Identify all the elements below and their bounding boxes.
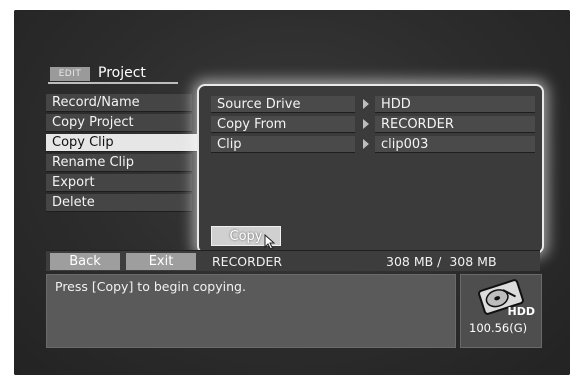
- status-size: 308 MB / 308 MB: [386, 254, 497, 269]
- message-box: Press [Copy] to begin copying.: [46, 274, 456, 348]
- source-drive-value[interactable]: HDD: [375, 96, 535, 113]
- menu-item-copy-clip[interactable]: Copy Clip: [46, 134, 198, 152]
- exit-button[interactable]: Exit: [126, 253, 196, 270]
- copy-clip-panel: Source Drive HDD Copy From RECORDER Clip…: [197, 84, 544, 254]
- edit-mode-badge: EDIT: [50, 67, 90, 81]
- page-title: Project: [98, 65, 146, 81]
- arrow-right-icon: [363, 119, 369, 129]
- source-drive-label: Source Drive: [211, 96, 355, 113]
- hdd-status: HDD 100.56(G): [460, 274, 542, 348]
- mouse-pointer-icon: [264, 234, 276, 250]
- message-text: Press [Copy] to begin copying.: [55, 279, 246, 294]
- menu-item-delete[interactable]: Delete: [46, 194, 192, 212]
- hdd-label: HDD: [507, 305, 535, 318]
- menu-item-export[interactable]: Export: [46, 174, 192, 192]
- device-screen: EDIT Project Record/Name Copy Project Co…: [14, 10, 570, 375]
- arrow-right-icon: [363, 99, 369, 109]
- clip-value[interactable]: clip003: [375, 136, 535, 153]
- arrow-right-icon: [363, 139, 369, 149]
- menu-item-record-name[interactable]: Record/Name: [46, 94, 192, 112]
- status-source: RECORDER: [212, 254, 283, 269]
- back-button[interactable]: Back: [50, 253, 120, 270]
- copy-from-value[interactable]: RECORDER: [375, 116, 535, 133]
- clip-label: Clip: [211, 136, 355, 153]
- menu-item-copy-project[interactable]: Copy Project: [46, 114, 192, 132]
- hdd-free-space: 100.56(G): [469, 321, 528, 335]
- copy-from-label: Copy From: [211, 116, 355, 133]
- menu-item-rename-clip[interactable]: Rename Clip: [46, 154, 192, 172]
- status-bar: Back Exit RECORDER 308 MB / 308 MB: [46, 250, 540, 271]
- header-divider: [48, 82, 178, 84]
